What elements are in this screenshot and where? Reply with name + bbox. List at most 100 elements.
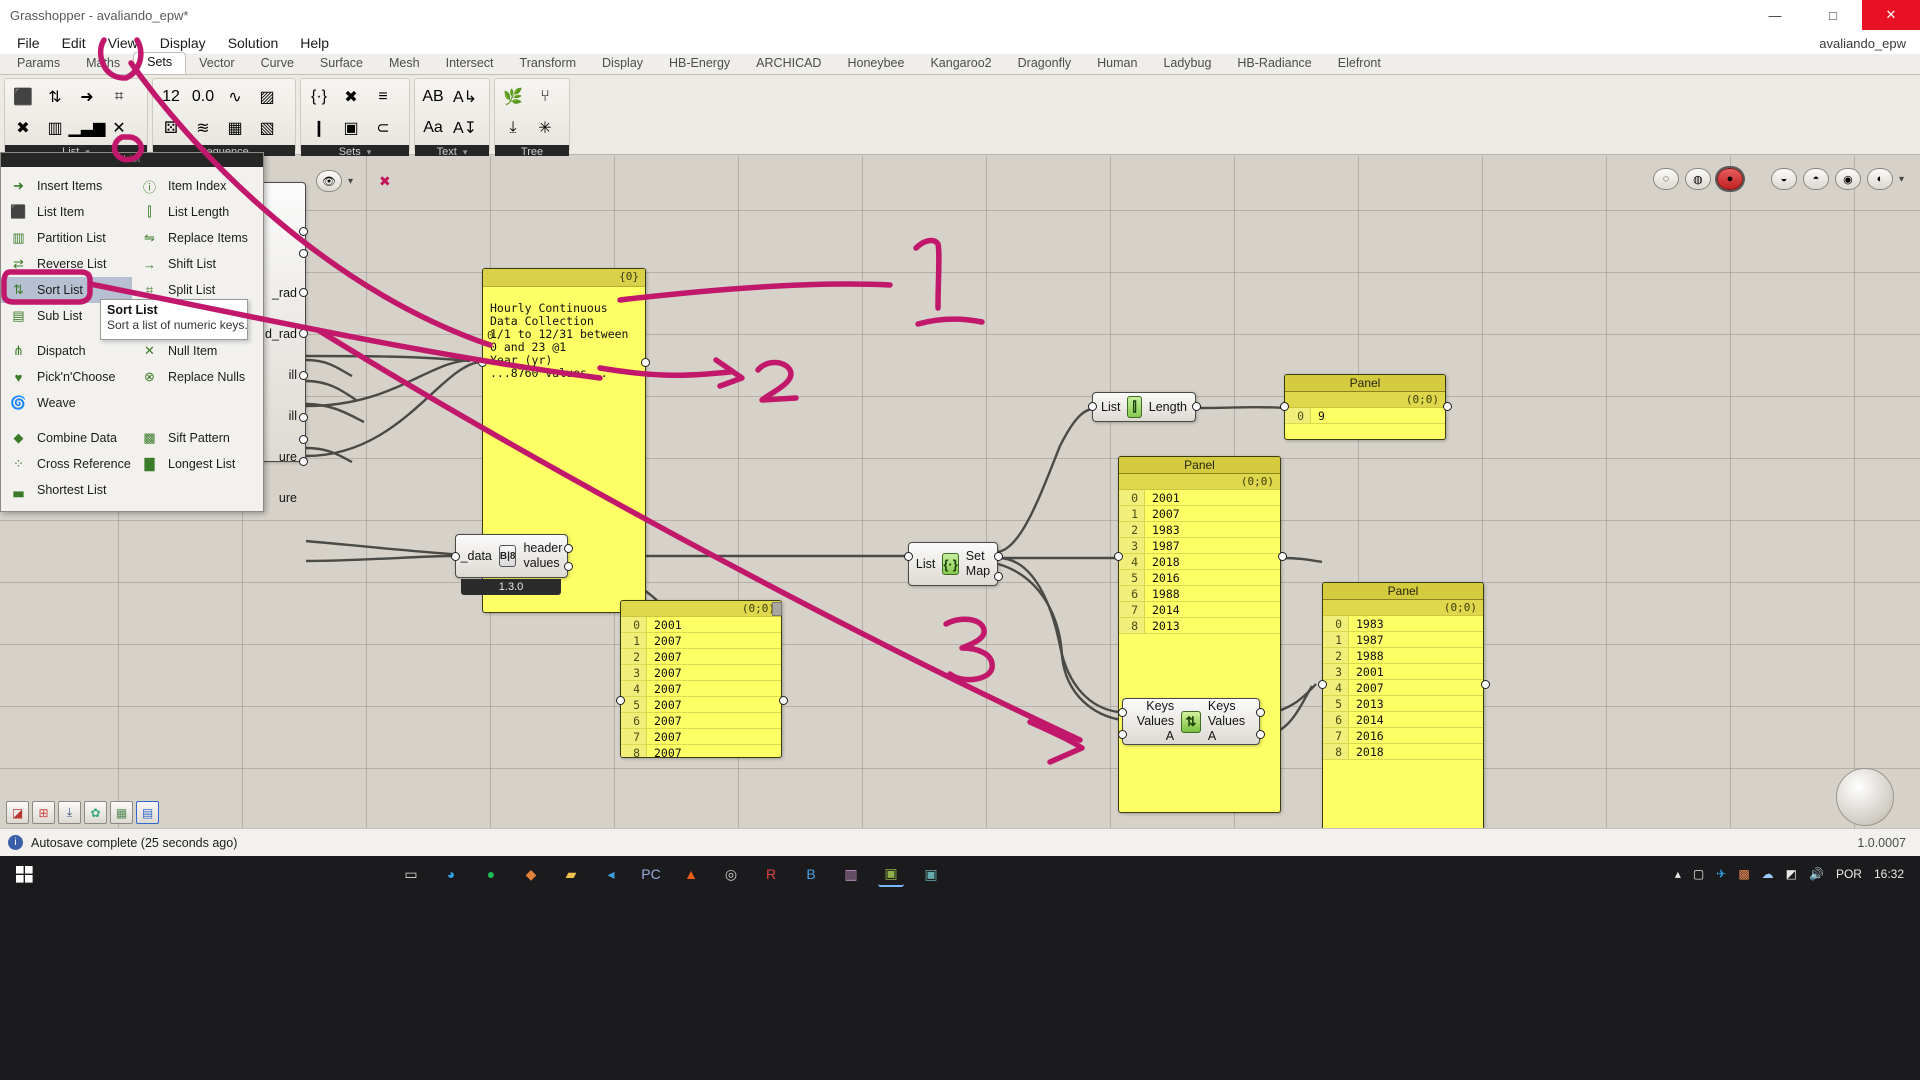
chevron-down-icon[interactable]: ▾ [1899,174,1904,185]
input-port[interactable] [904,552,913,561]
onedrive-icon[interactable]: ☁ [1762,867,1774,881]
maximize-button[interactable]: □ [1804,0,1862,30]
text-length-icon[interactable]: A↧ [450,113,480,142]
tab-surface[interactable]: Surface [307,54,376,74]
sort-list-component[interactable]: Keys Values A ⇅ Keys Values A [1122,698,1260,745]
menu-item-sift-pattern[interactable]: ▩ Sift Pattern [132,425,263,451]
output-port[interactable] [1256,730,1265,739]
preview-shaded-icon[interactable]: ◍ [1684,168,1711,190]
menu-item-longest-list[interactable]: ▇ Longest List [132,451,263,477]
output-port[interactable] [299,227,308,236]
list-item-icon[interactable]: ⬛ [8,82,38,111]
settings-icon[interactable]: ◐ [1866,168,1893,190]
menu-item-dispatch[interactable]: ⋔ Dispatch [1,338,132,364]
vscode-icon[interactable]: ◂ [598,861,624,887]
menu-item-solution[interactable]: Solution [217,32,290,54]
tab-human[interactable]: Human [1084,54,1150,74]
explorer-icon[interactable]: ▰ [558,861,584,887]
set-difference-icon[interactable]: ✖ [8,113,38,142]
set-difference-icon[interactable]: ✖ [336,82,366,111]
menu-item-reverse-list[interactable]: ⇄ Reverse List [1,251,132,277]
sorted-years-panel[interactable]: Panel (0;0) 0 1983 1 1987 2 1988 3 2001 4 2007 5 20… [1322,582,1484,828]
menu-item-view[interactable]: View [97,32,149,54]
plugins-icon[interactable]: ⊞ [32,801,55,824]
edge-icon[interactable]: ◕ [438,861,464,887]
panel-scrollbar[interactable] [772,602,782,616]
create-set-icon[interactable]: {·} [304,82,334,111]
output-port[interactable] [564,562,573,571]
list-length-component[interactable]: List ⫿ Length [1092,392,1196,422]
pin-icon[interactable]: ✖ [379,173,391,190]
task-view-icon[interactable]: ▭ [398,861,424,887]
tab-sets[interactable]: Sets [133,52,187,74]
input-port[interactable] [1118,708,1127,717]
range-icon[interactable]: ∿ [220,82,250,111]
tab-vector[interactable]: Vector [186,54,247,74]
menu-item-weave[interactable]: 🌀 Weave [1,390,132,416]
menu-item-combine-data[interactable]: ◆ Combine Data [1,425,132,451]
panel-input-port[interactable] [616,696,625,705]
panel-input-port[interactable] [1318,680,1327,689]
show-hidden-icon[interactable]: ▴ [1675,867,1681,881]
tab-kangaroo2[interactable]: Kangaroo2 [917,54,1004,74]
tab-mesh[interactable]: Mesh [376,54,433,74]
input-port[interactable] [451,552,460,561]
panel-output-port[interactable] [1443,402,1452,411]
tab-curve[interactable]: Curve [248,54,307,74]
null-item-icon[interactable]: ✕ [104,113,134,142]
blender-icon[interactable]: B [798,861,824,887]
tree-branch-icon[interactable]: 🌿 [498,82,528,111]
concatenate-icon[interactable]: A↳ [450,82,480,111]
panel-input-port[interactable] [1280,402,1289,411]
panel-output-port[interactable] [1481,680,1490,689]
create-set-component[interactable]: List {·} Set Map [908,542,998,586]
tab-params[interactable]: Params [4,54,73,74]
panel-icon[interactable]: ▤ [136,801,159,824]
panel-output-port[interactable] [1278,552,1287,561]
series-icon[interactable]: 0.0 [188,82,218,111]
text-split-icon[interactable]: AB [418,82,448,111]
menu-item-file[interactable]: File [6,32,51,54]
tab-honeybee[interactable]: Honeybee [834,54,917,74]
panel-output-port[interactable] [641,358,650,367]
output-port[interactable] [299,371,308,380]
paint-icon[interactable]: ▩ [1738,867,1749,881]
sphere-preview-icon[interactable]: ◉ [1834,168,1861,190]
output-port[interactable] [299,249,308,258]
obs-icon[interactable]: ◎ [718,861,744,887]
menu-item-list-item[interactable]: ⬛ List Item [1,199,132,225]
menu-item-null-item[interactable]: ✕ Null Item [132,338,263,364]
menu-item-display[interactable]: Display [149,32,217,54]
panel-output-port[interactable] [779,696,788,705]
spotify-icon[interactable]: ● [478,861,504,887]
preview-render-icon[interactable]: ● [1714,166,1745,192]
output-port[interactable] [299,435,308,444]
output-port[interactable] [299,457,308,466]
output-port[interactable] [994,572,1003,581]
sort-list-icon[interactable]: ⇅ [40,82,70,111]
menu-item-shift-list[interactable]: → Shift List [132,251,263,277]
menu-item-item-index[interactable]: ⓘ Item Index [132,173,263,199]
header-values-component[interactable]: _data B|8 header values [455,534,568,578]
menu-item-pick-n-choose[interactable]: ♥ Pick'n'Choose [1,364,132,390]
grasshopper-icon[interactable]: ▣ [878,861,904,887]
jitter-icon[interactable]: ≋ [188,113,218,142]
output-port[interactable] [994,552,1003,561]
menu-item-shortest-list[interactable]: ▃ Shortest List [1,477,132,503]
output-port[interactable] [564,544,573,553]
tab-ladybug[interactable]: Ladybug [1150,54,1224,74]
draw-icons-icon[interactable]: ◒ [1770,168,1797,190]
histogram-icon[interactable]: ▁▃▆ [69,113,106,142]
tab-display[interactable]: Display [589,54,656,74]
bug-icon[interactable]: ✿ [84,801,107,824]
windows-icon[interactable] [0,856,48,892]
language-indicator[interactable]: POR [1836,867,1862,881]
download-icon[interactable]: ⤓ [58,801,81,824]
panel-input-port[interactable] [1114,552,1123,561]
output-port[interactable] [299,413,308,422]
subset-icon[interactable]: ⊂ [368,113,398,142]
tree-graft-icon[interactable]: ⑂ [530,82,560,111]
app-icon[interactable]: ◆ [518,861,544,887]
tab-dragonfly[interactable]: Dragonfly [1005,54,1085,74]
monitor-icon[interactable]: ▢ [1693,867,1704,881]
